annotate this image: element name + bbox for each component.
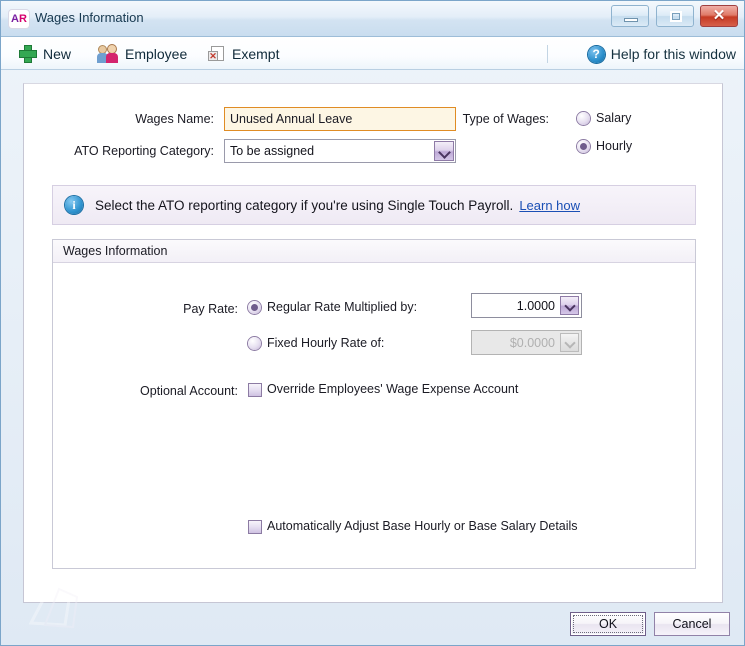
wages-information-window: AR Wages Information ✕ New Employee ✕ Ex… <box>0 0 745 646</box>
minimize-icon <box>624 18 639 22</box>
title-bar: AR Wages Information ✕ <box>1 1 744 37</box>
wages-name-label: Wages Name: <box>135 112 214 126</box>
content-panel: Wages Name: Type of Wages: Salary Hourly… <box>23 83 723 603</box>
app-icon-letter-r: R <box>19 13 27 25</box>
radio-regular-rate[interactable] <box>248 301 261 314</box>
toolbar-employee-label: Employee <box>125 46 188 62</box>
pay-rate-label: Pay Rate: <box>183 302 238 316</box>
fixed-hourly-rate-value: $0.0000 <box>509 335 555 350</box>
ato-reporting-category-label: ATO Reporting Category: <box>74 144 214 158</box>
close-icon: ✕ <box>712 7 726 24</box>
app-icon-letter-a: A <box>11 13 19 25</box>
employee-icon <box>97 45 119 63</box>
radio-fixed-hourly-rate[interactable] <box>248 337 261 350</box>
radio-fixed-hourly-rate-label: Fixed Hourly Rate of: <box>267 336 385 350</box>
chevron-down-icon[interactable] <box>434 141 454 161</box>
help-icon: ? <box>587 45 605 63</box>
radio-hourly-label: Hourly <box>596 139 633 153</box>
radio-regular-rate-label: Regular Rate Multiplied by: <box>267 300 418 314</box>
info-banner: i Select the ATO reporting category if y… <box>52 185 696 225</box>
type-of-wages-label: Type of Wages: <box>462 112 549 126</box>
wages-name-input[interactable] <box>224 107 456 131</box>
window-title: Wages Information <box>35 10 144 25</box>
checkbox-override-wage-expense-account-label: Override Employees' Wage Expense Account <box>267 382 519 396</box>
plus-icon <box>19 45 37 63</box>
chevron-down-icon[interactable] <box>560 296 579 315</box>
info-icon: i <box>65 196 83 214</box>
regular-rate-multiplier-select[interactable]: 1.0000 <box>471 293 582 318</box>
chevron-down-icon <box>560 333 579 352</box>
maximize-icon <box>669 11 682 22</box>
toolbar: New Employee ✕ Exempt ? Help for this wi… <box>1 37 744 70</box>
toolbar-separator <box>547 45 548 63</box>
regular-rate-multiplier-value: 1.0000 <box>516 298 555 313</box>
wages-information-group: Wages Information Pay Rate: Regular Rate… <box>52 239 696 569</box>
optional-account-label: Optional Account: <box>140 384 238 398</box>
exempt-icon: ✕ <box>208 45 226 63</box>
toolbar-exempt-label: Exempt <box>232 46 280 62</box>
info-banner-text: Select the ATO reporting category if you… <box>95 197 514 213</box>
help-for-this-window-button[interactable]: ? Help for this window <box>587 43 736 65</box>
learn-how-link[interactable]: Learn how <box>519 198 580 213</box>
minimize-button[interactable] <box>611 5 650 27</box>
cancel-button-label: Cancel <box>672 617 712 631</box>
help-label: Help for this window <box>610 46 736 62</box>
checkbox-override-wage-expense-account[interactable] <box>249 384 261 396</box>
fixed-hourly-rate-select: $0.0000 <box>471 330 582 355</box>
ok-button-label: OK <box>598 617 618 631</box>
toolbar-new-label: New <box>43 46 72 62</box>
group-title: Wages Information <box>63 244 168 258</box>
maximize-button[interactable] <box>655 5 694 27</box>
ok-button[interactable]: OK <box>570 612 646 636</box>
radio-salary-label: Salary <box>596 111 632 125</box>
app-icon: AR <box>9 10 29 28</box>
checkbox-auto-adjust-base-details-label: Automatically Adjust Base Hourly or Base… <box>267 519 578 533</box>
radio-hourly[interactable] <box>577 140 590 153</box>
close-button[interactable]: ✕ <box>700 5 738 27</box>
toolbar-new-button[interactable]: New <box>15 42 75 66</box>
window-controls: ✕ <box>608 5 738 31</box>
toolbar-exempt-button[interactable]: ✕ Exempt <box>204 42 283 66</box>
ato-reporting-category-select[interactable]: To be assigned <box>224 139 456 163</box>
cancel-button[interactable]: Cancel <box>654 612 730 636</box>
ato-reporting-category-value: To be assigned <box>230 144 315 158</box>
checkbox-auto-adjust-base-details[interactable] <box>249 521 261 533</box>
toolbar-employee-button[interactable]: Employee <box>93 42 191 66</box>
radio-salary[interactable] <box>577 112 590 125</box>
